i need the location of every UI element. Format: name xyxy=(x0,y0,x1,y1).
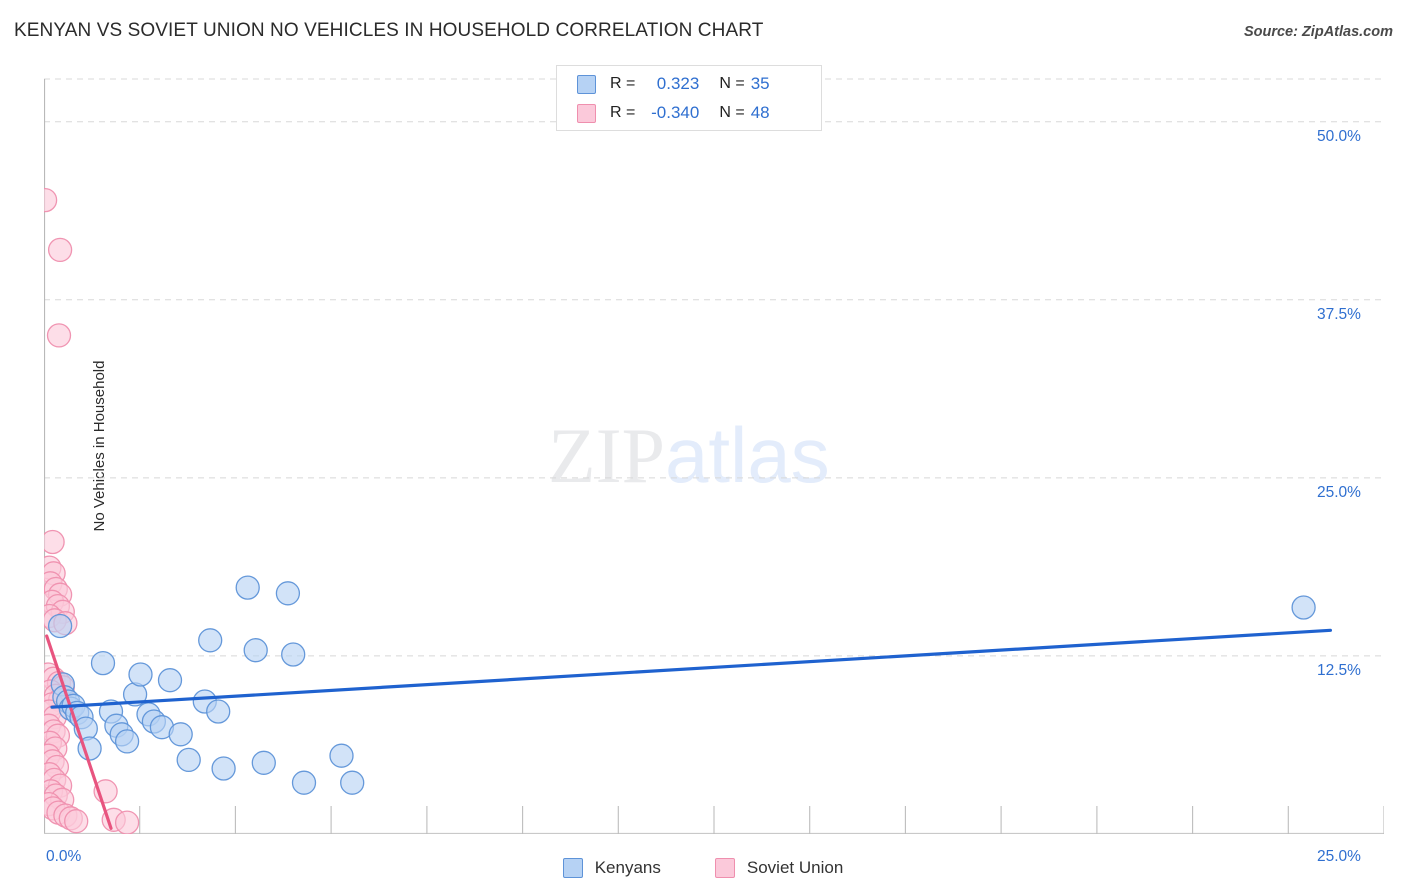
legend-swatch-soviet-union xyxy=(577,103,596,123)
legend-label-kenyans: Kenyans xyxy=(594,858,661,877)
r-label-kenyans: R = xyxy=(610,75,636,92)
n-value-soviet-union: 48 xyxy=(750,103,770,122)
n-value-kenyans: 35 xyxy=(750,74,770,93)
chart-page: KENYAN VS SOVIET UNION NO VEHICLES IN HO… xyxy=(0,0,1406,892)
data-point[interactable] xyxy=(211,756,236,781)
n-label-soviet-union: N = xyxy=(719,104,745,121)
legend-item-kenyans[interactable]: Kenyans xyxy=(562,858,661,878)
r-label-soviet-union: R = xyxy=(610,104,636,121)
scatter-svg xyxy=(44,78,1384,834)
data-point[interactable] xyxy=(157,668,183,693)
data-point[interactable] xyxy=(168,722,193,747)
data-point[interactable] xyxy=(114,810,140,834)
series-kenyans xyxy=(47,575,1316,795)
data-point[interactable] xyxy=(47,237,73,263)
data-point[interactable] xyxy=(275,581,301,606)
page-title: KENYAN VS SOVIET UNION NO VEHICLES IN HO… xyxy=(14,20,764,41)
legend-color-soviet-union xyxy=(714,858,735,878)
data-point[interactable] xyxy=(1291,595,1316,620)
data-point[interactable] xyxy=(206,699,231,724)
data-point[interactable] xyxy=(329,743,354,768)
data-point[interactable] xyxy=(44,187,58,213)
n-label-kenyans: N = xyxy=(719,75,745,92)
data-point[interactable] xyxy=(128,662,153,687)
legend-item-soviet-union[interactable]: Soviet Union xyxy=(714,858,844,878)
data-point[interactable] xyxy=(90,650,116,676)
legend-label-soviet-union: Soviet Union xyxy=(746,858,844,877)
data-point[interactable] xyxy=(198,628,223,653)
data-point[interactable] xyxy=(44,529,65,555)
data-point[interactable] xyxy=(46,323,72,348)
data-point[interactable] xyxy=(251,750,276,775)
data-point[interactable] xyxy=(64,809,89,834)
y-axis-tick-label: 50.0% xyxy=(1317,127,1361,145)
data-point[interactable] xyxy=(235,575,260,600)
data-point[interactable] xyxy=(47,613,73,639)
trendline-kenyans xyxy=(50,628,1333,709)
r-value-soviet-union: -0.340 xyxy=(651,103,700,122)
legend-color-kenyans xyxy=(562,858,583,878)
series-legend: Kenyans Soviet Union xyxy=(0,858,1406,878)
y-axis-tick-label: 25.0% xyxy=(1317,483,1361,501)
stats-row-soviet-union: R = -0.340 N = 48 xyxy=(557,99,821,127)
y-axis-tick-label: 37.5% xyxy=(1317,305,1361,323)
data-point[interactable] xyxy=(291,770,317,795)
data-point[interactable] xyxy=(176,747,201,773)
y-axis-tick-label: 12.5% xyxy=(1317,661,1361,679)
source-label: Source: ZipAtlas.com xyxy=(1243,24,1393,40)
correlation-stats-legend: R = 0.323 N = 35 R = -0.340 N = 48 xyxy=(556,65,822,131)
legend-swatch-kenyans xyxy=(577,74,596,94)
data-point[interactable] xyxy=(114,729,140,754)
data-point[interactable] xyxy=(281,642,306,667)
r-value-kenyans: 0.323 xyxy=(656,74,700,93)
data-point[interactable] xyxy=(340,770,365,795)
data-point[interactable] xyxy=(243,638,268,663)
stats-row-kenyans: R = 0.323 N = 35 xyxy=(557,70,821,98)
plot-area xyxy=(44,62,1384,834)
